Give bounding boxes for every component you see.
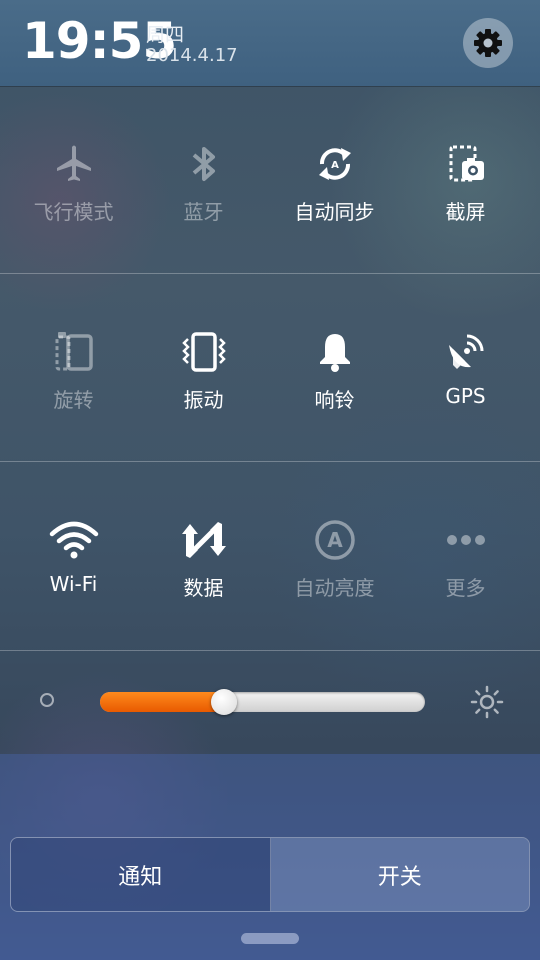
brightness-high-icon [470, 685, 504, 723]
toggle-label: GPS [445, 384, 486, 408]
weekday: 周四 [146, 24, 185, 46]
toggle-label: Wi-Fi [49, 572, 98, 596]
wifi-icon [49, 521, 98, 559]
toggle-row: 飞行模式 蓝牙 A 自动同步 截屏 [0, 86, 540, 274]
panel-tab-bar: 通知 开关 [10, 837, 530, 912]
drag-handle[interactable] [241, 933, 299, 944]
toggle-ringer[interactable]: 响铃 [267, 274, 402, 461]
toggle-row: Wi-Fi 数据 A 自动亮度 更多 [0, 462, 540, 651]
brightness-fill [100, 692, 224, 712]
tab-notifications[interactable]: 通知 [11, 838, 271, 911]
toggle-mobile-data[interactable]: 数据 [136, 462, 271, 649]
status-header: 19:55 周四 2014.4.17 [0, 0, 540, 86]
more-icon [446, 535, 485, 545]
toggle-auto-sync[interactable]: A 自动同步 [267, 86, 402, 273]
toggle-label: 响铃 [314, 388, 355, 412]
toggle-label: 旋转 [53, 388, 94, 412]
settings-button[interactable] [463, 18, 513, 68]
toggle-label: 数据 [183, 576, 224, 600]
gear-icon [474, 29, 502, 57]
toggle-label: 飞行模式 [33, 200, 114, 224]
toggle-row: 旋转 振动 响铃 GPS [0, 274, 540, 462]
date: 2014.4.17 [146, 45, 238, 66]
rotate-icon [55, 332, 93, 371]
toggle-gps[interactable]: GPS [398, 274, 533, 461]
svg-text:A: A [327, 528, 343, 552]
toggle-bluetooth[interactable]: 蓝牙 [136, 86, 271, 273]
toggle-label: 自动亮度 [294, 576, 375, 600]
screenshot-icon [449, 145, 484, 182]
toggle-label: 振动 [183, 388, 224, 412]
bluetooth-icon [192, 147, 215, 181]
vibrate-icon [181, 332, 226, 372]
tab-switches[interactable]: 开关 [270, 838, 529, 911]
toggle-label: 截屏 [445, 200, 486, 224]
toggle-label: 更多 [445, 576, 486, 600]
brightness-slider[interactable] [100, 689, 425, 715]
toggle-vibrate[interactable]: 振动 [136, 274, 271, 461]
toggle-wifi[interactable]: Wi-Fi [6, 462, 141, 649]
data-icon [181, 522, 226, 558]
brightness-panel [0, 650, 540, 754]
toggle-more[interactable]: 更多 [398, 462, 533, 649]
brightness-thumb[interactable] [210, 689, 237, 715]
toggle-auto-brightness[interactable]: A 自动亮度 [267, 462, 402, 649]
airplane-icon [56, 145, 91, 181]
toggle-screenshot[interactable]: 截屏 [398, 86, 533, 273]
toggle-grid: 飞行模式 蓝牙 A 自动同步 截屏 旋转 振动 响铃 GPS Wi-Fi 数据 … [0, 86, 540, 651]
brightness-low-icon [40, 693, 54, 707]
toggle-label: 自动同步 [294, 200, 375, 224]
toggle-label: 蓝牙 [183, 200, 224, 224]
auto-sync-icon: A [318, 148, 351, 180]
toggle-airplane-mode[interactable]: 飞行模式 [6, 86, 141, 273]
gps-icon [448, 334, 483, 369]
bell-icon [319, 334, 350, 372]
toggle-rotate[interactable]: 旋转 [6, 274, 141, 461]
auto-brightness-icon: A [314, 520, 355, 560]
svg-text:A: A [331, 160, 339, 171]
